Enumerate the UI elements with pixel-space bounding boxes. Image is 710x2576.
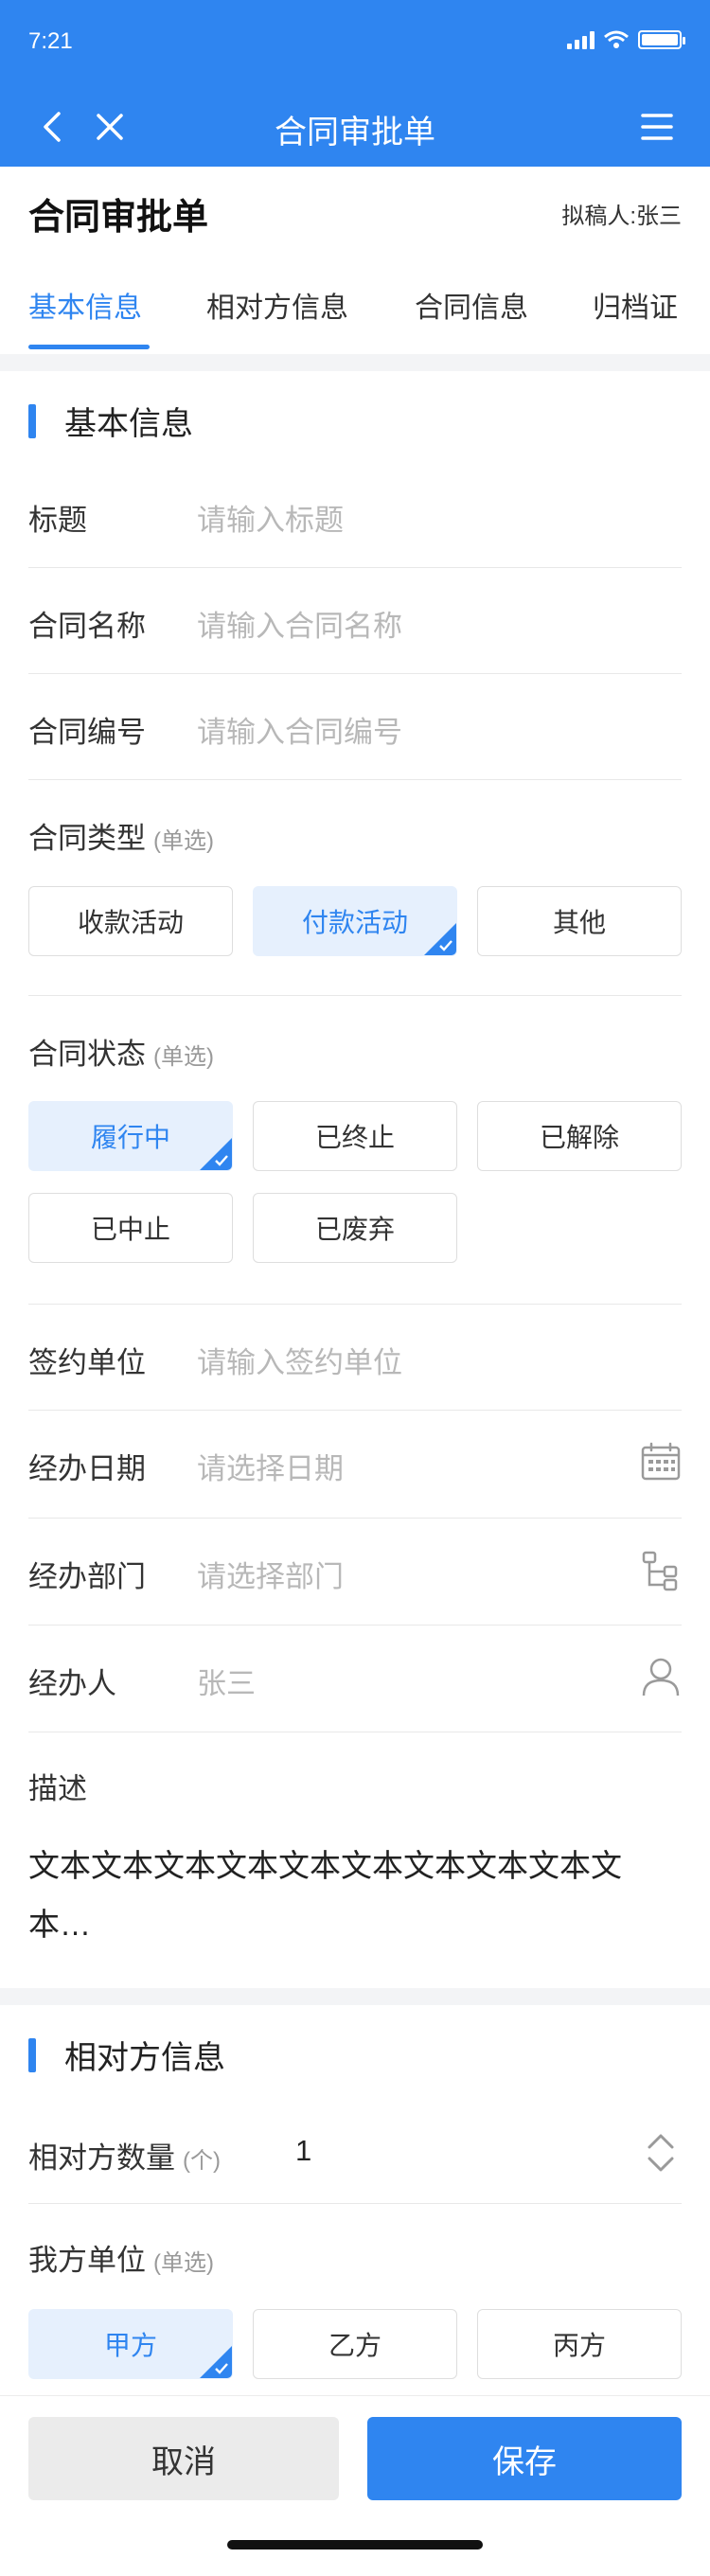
user-icon[interactable] (640, 1656, 682, 1697)
status-option-label: 已中止 (90, 1215, 170, 1244)
section-marker (28, 403, 36, 438)
our-unit-option-party-a[interactable]: 甲方 (28, 2309, 233, 2379)
handler-input[interactable]: 张三 (197, 1660, 256, 1702)
check-icon (439, 940, 453, 951)
type-option-other[interactable]: 其他 (477, 886, 682, 956)
our-unit-label-text: 我方单位 (28, 2244, 146, 2277)
save-button[interactable]: 保存 (367, 2417, 682, 2500)
field-title: 标题 请输入标题 (28, 481, 682, 568)
status-option-label: 已废弃 (314, 1215, 395, 1244)
our-unit-option-label: 甲方 (103, 2331, 157, 2360)
our-unit-hint: (单选) (153, 2250, 214, 2276)
page-title: 合同审批单 (28, 198, 209, 238)
org-tree-icon[interactable] (640, 1551, 682, 1592)
field-contract-name: 合同名称 请输入合同名称 (28, 568, 682, 674)
section-gap (0, 1988, 710, 2005)
bottom-action-bar: 取消 保存 (0, 2395, 710, 2576)
contract-status-label-text: 合同状态 (28, 1038, 146, 1071)
field-handler: 经办人 张三 (28, 1626, 682, 1732)
handle-department-input[interactable]: 请选择部门 (197, 1553, 344, 1595)
description-label: 描述 (28, 1772, 87, 1805)
status-option-dissolved[interactable]: 已解除 (477, 1101, 682, 1171)
contract-type-label-text: 合同类型 (28, 822, 146, 855)
counterparty-count-label: 相对方数量 (个) (28, 2134, 221, 2176)
section-gap (0, 354, 710, 371)
contract-type-hint: (单选) (153, 828, 214, 854)
type-option-receive[interactable]: 收款活动 (28, 886, 233, 956)
handle-date-label: 经办日期 (28, 1452, 146, 1485)
type-option-pay[interactable]: 付款活动 (253, 886, 457, 956)
handle-department-label: 经办部门 (28, 1560, 146, 1593)
field-signing-unit: 签约单位 请输入签约单位 (28, 1305, 682, 1411)
section-counterparty-title: 相对方信息 (64, 2040, 225, 2076)
check-icon (215, 2363, 228, 2374)
field-contract-number: 合同编号 请输入合同编号 (28, 674, 682, 780)
status-option-performing[interactable]: 履行中 (28, 1101, 233, 1171)
nav-title: 合同审批单 (275, 115, 435, 151)
signal-icon (567, 30, 595, 49)
tab-counterparty-info[interactable]: 相对方信息 (206, 284, 348, 326)
tab-bar: 基本信息 相对方信息 合同信息 归档证 (0, 275, 710, 352)
field-description: 描述 (28, 1732, 682, 1827)
contract-name-input[interactable]: 请输入合同名称 (197, 602, 402, 645)
battery-icon (638, 30, 685, 49)
title-label: 标题 (28, 504, 87, 537)
section-counterparty-heading: 相对方信息 (28, 2032, 225, 2078)
wifi-icon (604, 30, 629, 48)
calendar-icon[interactable] (640, 1441, 682, 1483)
handler-label: 经办人 (28, 1667, 116, 1700)
type-option-label: 其他 (552, 908, 606, 937)
signing-unit-input[interactable]: 请输入签约单位 (197, 1339, 402, 1381)
tab-active-indicator (28, 345, 150, 349)
field-handle-department: 经办部门 请选择部门 (28, 1519, 682, 1626)
status-icons (567, 30, 685, 49)
menu-icon[interactable] (638, 108, 676, 146)
contract-status-label: 合同状态 (单选) (28, 1030, 214, 1073)
tab-basic-info[interactable]: 基本信息 (28, 284, 142, 326)
type-option-label: 付款活动 (301, 908, 408, 937)
signing-unit-label: 签约单位 (28, 1346, 146, 1379)
status-option-label: 已终止 (314, 1123, 395, 1152)
title-input[interactable]: 请输入标题 (197, 496, 344, 539)
cancel-button[interactable]: 取消 (28, 2417, 339, 2500)
contract-number-input[interactable]: 请输入合同编号 (197, 708, 402, 751)
contract-type-label: 合同类型 (单选) (28, 814, 214, 857)
handle-date-input[interactable]: 请选择日期 (197, 1445, 344, 1487)
status-option-abandoned[interactable]: 已废弃 (253, 1193, 457, 1263)
contract-name-label: 合同名称 (28, 610, 146, 643)
our-unit-option-label: 乙方 (328, 2331, 382, 2360)
our-unit-option-label: 丙方 (552, 2331, 606, 2360)
field-counterparty-count: 相对方数量 (个) 1 (28, 2102, 682, 2204)
section-basic-title: 基本信息 (64, 406, 193, 442)
field-handle-date: 经办日期 请选择日期 (28, 1411, 682, 1519)
description-text[interactable]: 文本文本文本文本文本文本文本文本文本文本… (28, 1837, 682, 1954)
contract-status-hint: (单选) (153, 1044, 214, 1070)
nav-bar: 合同审批单 (0, 95, 710, 167)
status-option-label: 履行中 (90, 1123, 170, 1152)
section-basic-heading: 基本信息 (28, 398, 193, 444)
our-unit-option-party-b[interactable]: 乙方 (253, 2309, 457, 2379)
tab-archive[interactable]: 归档证 (593, 284, 710, 326)
status-option-suspended[interactable]: 已中止 (28, 1193, 233, 1263)
check-icon (215, 1155, 228, 1166)
contract-number-label: 合同编号 (28, 716, 146, 749)
counterparty-count-value[interactable]: 1 (295, 2134, 311, 2168)
status-option-label: 已解除 (539, 1123, 619, 1152)
section-marker (28, 2037, 36, 2072)
counterparty-count-unit: (个) (183, 2148, 221, 2174)
drafter-label: 拟稿人:张三 (561, 204, 682, 229)
type-option-label: 收款活动 (77, 908, 184, 937)
counterparty-count-label-text: 相对方数量 (28, 2141, 175, 2175)
our-unit-option-party-c[interactable]: 丙方 (477, 2309, 682, 2379)
status-time: 7:21 (28, 28, 73, 54)
home-indicator[interactable] (227, 2540, 483, 2549)
top-bar: 7:21 合同审批单 (0, 0, 710, 167)
tab-contract-info[interactable]: 合同信息 (415, 284, 528, 326)
status-option-terminated[interactable]: 已终止 (253, 1101, 457, 1171)
our-unit-label: 我方单位 (单选) (28, 2236, 214, 2279)
stepper-arrows-icon[interactable] (644, 2128, 678, 2177)
